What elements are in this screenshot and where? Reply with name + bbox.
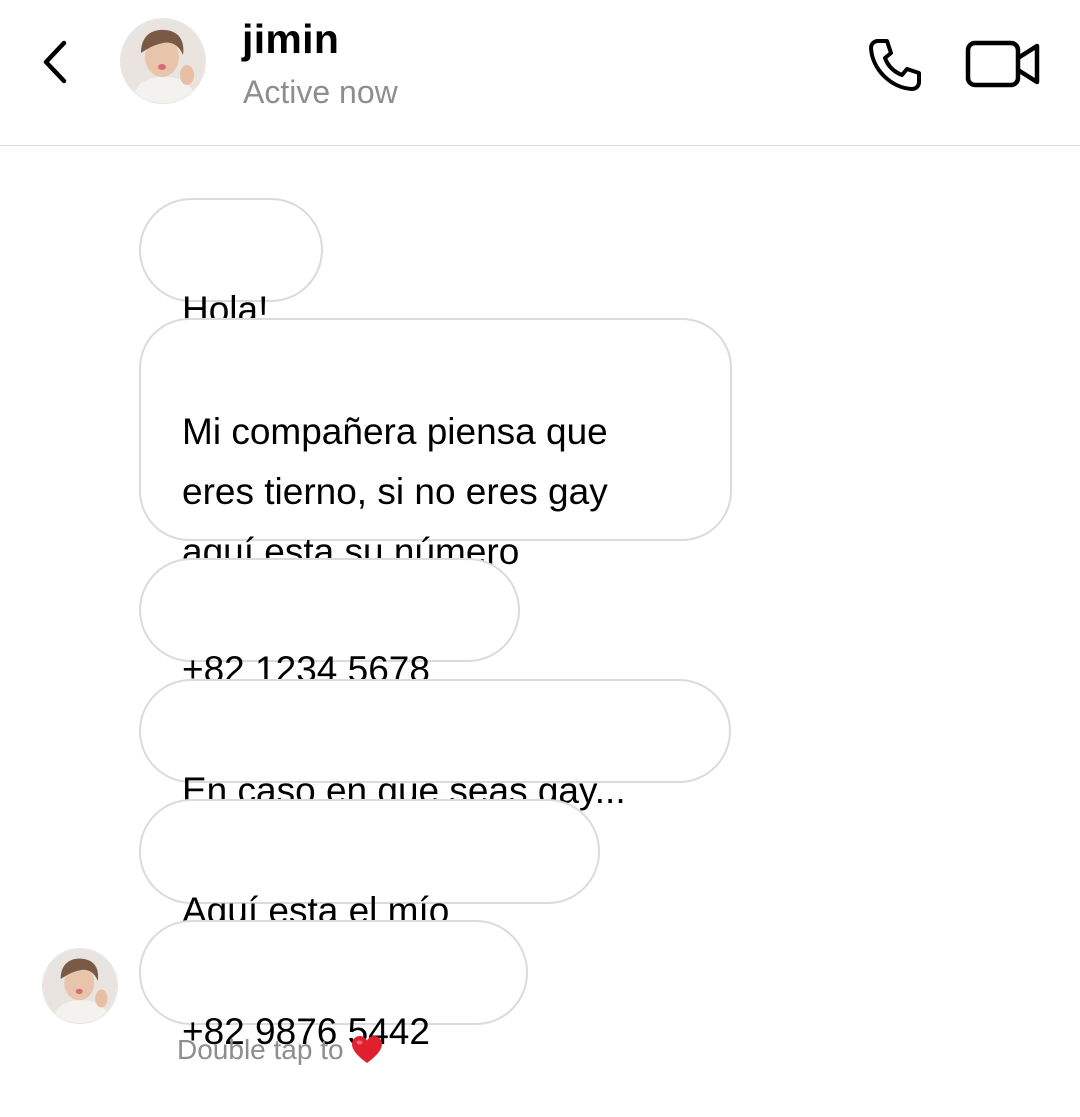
avatar-image (121, 19, 205, 103)
active-status: Active now (243, 74, 398, 110)
message-bubble[interactable]: Aquí esta el mío (139, 799, 600, 993)
video-camera-icon (965, 40, 1040, 88)
chat-header: jimin Active now (0, 0, 1080, 146)
audio-call-button[interactable] (862, 32, 928, 98)
message-bubble[interactable]: En caso en que seas gay... (139, 679, 731, 811)
contact-avatar[interactable] (120, 18, 206, 104)
video-call-button[interactable] (962, 34, 1044, 94)
double-tap-text: Double tap to (177, 1034, 344, 1065)
back-button[interactable] (30, 32, 80, 92)
double-tap-hint: Double tap to (177, 1034, 384, 1066)
contact-name[interactable]: jimin (242, 16, 339, 63)
chevron-left-icon (43, 40, 67, 84)
message-bubble[interactable]: Mi compañera piensa que eres tierno, si … (139, 318, 732, 572)
red-heart-icon (351, 1036, 382, 1063)
sender-avatar[interactable] (42, 948, 118, 1024)
message-bubble[interactable]: Hola! (139, 198, 323, 330)
message-bubble[interactable]: +82 9876 5442 (139, 920, 528, 1052)
avatar-image (43, 949, 117, 1023)
phone-icon (869, 39, 921, 91)
message-text: Mi compañera piensa que eres tierno, si … (182, 411, 608, 572)
message-bubble[interactable]: +82 1234 5678 (139, 558, 520, 690)
